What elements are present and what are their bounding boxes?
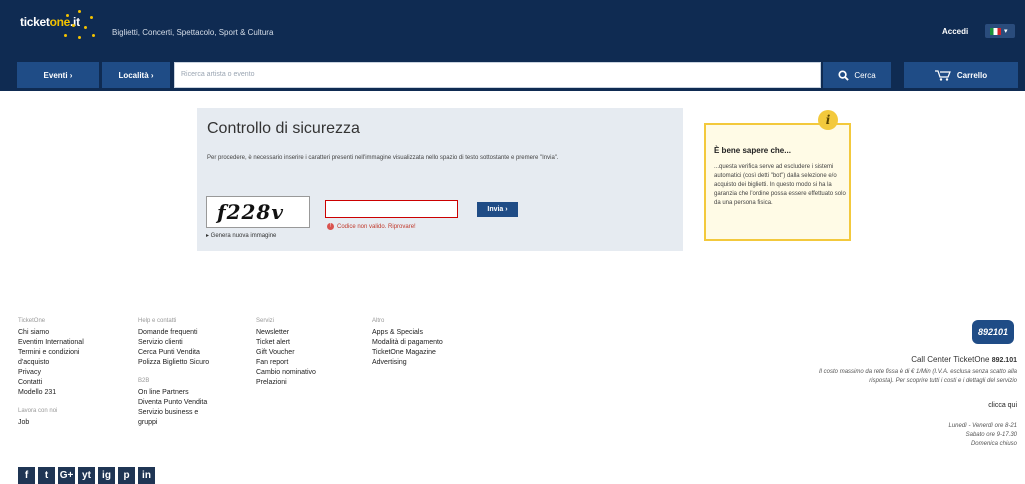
footer-heading: TicketOne bbox=[18, 318, 46, 324]
footer-col-services: Servizi Newsletter Ticket alert Gift Vou… bbox=[256, 318, 316, 388]
captcha-text: f228v bbox=[217, 200, 284, 224]
security-description: Per procedere, è necessario inserire i c… bbox=[207, 155, 559, 161]
call-center-number: 892.101 bbox=[991, 357, 1017, 364]
facebook-icon[interactable]: f bbox=[18, 467, 35, 484]
footer-link[interactable]: Modalità di pagamento bbox=[372, 338, 443, 348]
footer-link[interactable]: Cerca Punti Vendita bbox=[138, 348, 213, 358]
footer-col-help: Help e contatti Domande frequenti Serviz… bbox=[138, 318, 213, 428]
footer-link[interactable]: Servizio business e gruppi bbox=[138, 408, 213, 428]
footer-link[interactable]: Ticket alert bbox=[256, 338, 316, 348]
info-icon: i bbox=[818, 110, 838, 130]
footer-link[interactable]: Fan report bbox=[256, 358, 316, 368]
social-links: f t G+ yt ig p in bbox=[18, 467, 155, 484]
footer-col-other: Altro Apps & Specials Modalità di pagame… bbox=[372, 318, 443, 368]
footer-link[interactable]: Contatti bbox=[18, 378, 98, 388]
footer-heading: Lavora con noi bbox=[18, 408, 58, 414]
footer-link[interactable]: Eventim International bbox=[18, 338, 98, 348]
cart-icon bbox=[934, 69, 951, 81]
tagline: Biglietti, Concerti, Spettacolo, Sport &… bbox=[112, 28, 274, 37]
info-box: È bene sapere che... ...questa verifica … bbox=[704, 123, 851, 241]
footer-link[interactable]: Diventa Punto Vendita bbox=[138, 398, 213, 408]
footer-link[interactable]: Domande frequenti bbox=[138, 328, 213, 338]
search-icon bbox=[838, 69, 850, 81]
stars-logo-icon bbox=[62, 10, 98, 42]
captcha-input[interactable] bbox=[325, 200, 458, 218]
footer-link[interactable]: Modello 231 bbox=[18, 388, 98, 398]
instagram-icon[interactable]: ig bbox=[98, 467, 115, 484]
captcha-error: ! Codice non valido. Riprovare! bbox=[327, 223, 416, 230]
security-title: Controllo di sicurezza bbox=[207, 120, 360, 137]
search-placeholder: Ricerca artista o evento bbox=[181, 71, 255, 78]
call-center-title: Call Center TicketOne 892.101 bbox=[911, 355, 1017, 364]
footer-link[interactable]: Cambio nominativo bbox=[256, 368, 316, 378]
error-icon: ! bbox=[327, 223, 334, 230]
location-menu-button[interactable]: Località › bbox=[102, 62, 170, 88]
cart-button[interactable]: Carrello bbox=[904, 62, 1018, 88]
new-image-link[interactable]: ▸ Genera nuova immagine bbox=[206, 232, 276, 239]
submit-button[interactable]: Invia › bbox=[477, 202, 518, 217]
footer-heading: B2B bbox=[138, 378, 150, 384]
events-menu-button[interactable]: Eventi › bbox=[17, 62, 99, 88]
footer-heading: Altro bbox=[372, 318, 385, 324]
footer-link[interactable]: Gift Voucher bbox=[256, 348, 316, 358]
footer-link[interactable]: Advertising bbox=[372, 358, 443, 368]
footer-link[interactable]: Chi siamo bbox=[18, 328, 98, 338]
footer-heading: Servizi bbox=[256, 318, 275, 324]
language-selector[interactable]: ▾ bbox=[985, 24, 1015, 38]
youtube-icon[interactable]: yt bbox=[78, 467, 95, 484]
footer-link[interactable]: Servizio clienti bbox=[138, 338, 213, 348]
call-center-logo: 892101 bbox=[972, 320, 1014, 344]
call-center-hours: Lunedì - Venerdì ore 8-21 Sabato ore 9-1… bbox=[948, 423, 1018, 447]
info-title: È bene sapere che... bbox=[714, 146, 791, 155]
login-link[interactable]: Accedi bbox=[942, 27, 968, 36]
search-input[interactable]: Ricerca artista o evento bbox=[174, 62, 821, 88]
italy-flag-icon bbox=[990, 28, 1001, 35]
security-check-panel: Controllo di sicurezza Per procedere, è … bbox=[197, 108, 683, 251]
info-text: ...questa verifica serve ad escludere i … bbox=[714, 164, 846, 206]
chevron-down-icon: ▾ bbox=[1004, 28, 1008, 35]
footer-link[interactable]: Termini e condizioni d'acquisto bbox=[18, 348, 98, 368]
footer-link[interactable]: Newsletter bbox=[256, 328, 316, 338]
footer-heading: Help e contatti bbox=[138, 318, 177, 324]
twitter-icon[interactable]: t bbox=[38, 467, 55, 484]
google-plus-icon[interactable]: G+ bbox=[58, 467, 75, 484]
footer-link[interactable]: Prelazioni bbox=[256, 378, 316, 388]
footer-link[interactable]: Privacy bbox=[18, 368, 98, 378]
footer-link[interactable]: Apps & Specials bbox=[372, 328, 443, 338]
captcha-image: f228v bbox=[206, 196, 310, 228]
linkedin-icon[interactable]: in bbox=[138, 467, 155, 484]
footer-link[interactable]: Polizza Biglietto Sicuro bbox=[138, 358, 213, 368]
footer-col-ticketone: TicketOne Chi siamo Eventim Internationa… bbox=[18, 318, 98, 428]
footer-link[interactable]: On line Partners bbox=[138, 388, 213, 398]
pinterest-icon[interactable]: p bbox=[118, 467, 135, 484]
footer-link[interactable]: Job bbox=[18, 418, 98, 428]
call-center-link[interactable]: clicca qui bbox=[988, 402, 1017, 409]
search-button[interactable]: Cerca bbox=[823, 62, 891, 88]
footer-link[interactable]: TicketOne Magazine bbox=[372, 348, 443, 358]
call-center-note: Il costo massimo da rete fissa è di € 1/… bbox=[819, 369, 1017, 384]
